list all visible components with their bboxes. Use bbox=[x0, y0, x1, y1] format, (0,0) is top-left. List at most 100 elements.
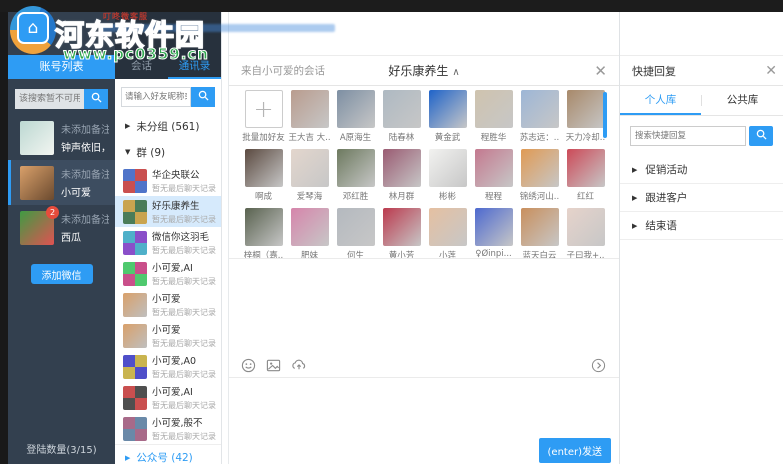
member-tile[interactable]: 彬彬 bbox=[425, 149, 470, 202]
emoji-icon[interactable] bbox=[241, 358, 257, 374]
member-name: 彬彬 bbox=[438, 192, 456, 202]
member-tile[interactable]: 肥妹 bbox=[287, 208, 332, 258]
member-name: 何生 bbox=[346, 251, 364, 258]
quick-reply-header: 快捷回复 ✕ bbox=[620, 55, 783, 86]
member-avatar bbox=[474, 208, 513, 246]
member-row: 啊成 爱琴海 邓红胜 林月群 彬彬 程程 锦绣河山.. 红红 bbox=[241, 149, 619, 202]
tab-contacts[interactable]: 通讯录 bbox=[168, 55, 221, 79]
member-avatar bbox=[336, 208, 375, 246]
member-tile[interactable]: 何生 bbox=[333, 208, 378, 258]
member-tile[interactable]: 王大吉 大.. bbox=[287, 90, 332, 143]
chat-source-label: 来自小可爱的会话 bbox=[241, 65, 325, 77]
group-item[interactable]: 小可爱 暂无最后聊天记录 bbox=[115, 289, 221, 320]
contacts-panel: 会话 通讯录 ▶ 未分组 (561) ▼ 群 (9) bbox=[115, 12, 222, 464]
group-avatar bbox=[123, 230, 147, 255]
tab-sessions[interactable]: 会话 bbox=[115, 55, 168, 79]
member-tile[interactable]: 爱琴海 bbox=[287, 149, 332, 202]
section-public-accounts[interactable]: ▶ 公众号 (42) bbox=[115, 444, 221, 464]
account-item[interactable]: 未添加备注钟声依旧，起 bbox=[8, 115, 115, 160]
close-icon[interactable]: ✕ bbox=[765, 63, 777, 79]
section-groups[interactable]: ▼ 群 (9) bbox=[115, 139, 221, 165]
member-tile[interactable]: 黄金武 bbox=[425, 90, 470, 143]
message-input-area[interactable] bbox=[229, 378, 619, 436]
member-tile[interactable]: ♀Øinpi... bbox=[471, 208, 516, 258]
image-icon[interactable] bbox=[266, 358, 282, 374]
quick-reply-category[interactable]: ▶ 结束语 bbox=[620, 212, 783, 240]
section-ungrouped[interactable]: ▶ 未分组 (561) bbox=[115, 113, 221, 139]
ungrouped-label: 未分组 (561) bbox=[136, 120, 200, 133]
group-item[interactable]: 小可爱,AI 暂无最后聊天记录 bbox=[115, 258, 221, 289]
member-name: 小莲 bbox=[438, 251, 456, 258]
account-item[interactable]: 2 未添加备注 西瓜 bbox=[8, 205, 115, 250]
group-item[interactable]: 小可爱,般不 暂无最后聊天记录 bbox=[115, 413, 221, 444]
member-tile[interactable]: 蓝天白云 bbox=[517, 208, 562, 258]
quick-reply-category[interactable]: ▶ 跟进客户 bbox=[620, 184, 783, 212]
quick-reply-tabs: 个人库 公共库 bbox=[620, 86, 783, 116]
member-tile[interactable]: 啊成 bbox=[241, 149, 286, 202]
app-window: 账号列表 未添加备注钟声依旧，起未添加备注小可爱2未添加备注西瓜 添加微信 登陆… bbox=[0, 0, 783, 464]
quick-reply-panel: 快捷回复 ✕ 个人库 公共库 ▶ 促销活动 ▶ 跟进客户 ▶ 结束语 bbox=[619, 12, 783, 464]
member-tile[interactable]: A原海生 bbox=[333, 90, 378, 143]
member-tile[interactable]: 邓红胜 bbox=[333, 149, 378, 202]
member-tile[interactable]: 小莲 bbox=[425, 208, 470, 258]
tab-personal-library[interactable]: 个人库 bbox=[620, 86, 701, 115]
member-tile[interactable]: 黄小芳 bbox=[379, 208, 424, 258]
member-tile[interactable]: 红红 bbox=[563, 149, 608, 202]
member-tile[interactable]: 梓桐（嘉.. bbox=[241, 208, 286, 258]
member-name: 子曰我+.. bbox=[566, 251, 605, 258]
tab-public-library[interactable]: 公共库 bbox=[702, 86, 783, 115]
member-tile[interactable]: 天力冷却.. bbox=[563, 90, 608, 143]
member-avatar bbox=[566, 208, 605, 246]
account-note: 未添加备注 bbox=[61, 125, 109, 136]
group-name: 好乐康养生 bbox=[388, 64, 449, 78]
add-friend-tile[interactable]: + 批量加好友 bbox=[241, 90, 286, 143]
member-name: 陆春林 bbox=[388, 133, 415, 143]
group-item[interactable]: 好乐康养生 暂无最后聊天记录 bbox=[115, 196, 221, 227]
group-item[interactable]: 小可爱 暂无最后聊天记录 bbox=[115, 320, 221, 351]
group-avatar bbox=[123, 199, 147, 224]
search-icon bbox=[91, 92, 102, 107]
member-tile[interactable]: 子曰我+.. bbox=[563, 208, 608, 258]
account-avatar bbox=[20, 120, 54, 155]
account-search-input[interactable] bbox=[15, 89, 84, 109]
member-tile[interactable]: 锦绣河山.. bbox=[517, 149, 562, 202]
member-tile[interactable]: 苏志远：.. bbox=[517, 90, 562, 143]
member-tile[interactable]: 陆春林 bbox=[379, 90, 424, 143]
quick-reply-category-list: ▶ 促销活动 ▶ 跟进客户 ▶ 结束语 bbox=[620, 156, 783, 240]
expanded-triangle-icon: ▼ bbox=[125, 148, 131, 156]
account-name: 钟声依旧，起 bbox=[61, 143, 109, 154]
account-avatar bbox=[20, 165, 54, 200]
send-row: (enter)发送 bbox=[229, 436, 619, 464]
window-titlebar bbox=[0, 0, 783, 12]
member-avatar bbox=[566, 149, 605, 187]
cloud-upload-icon[interactable] bbox=[291, 358, 307, 374]
collapse-caret-icon[interactable]: ∧ bbox=[452, 67, 459, 78]
more-actions-icon[interactable] bbox=[591, 358, 607, 374]
member-tile[interactable]: 程胜华 bbox=[471, 90, 516, 143]
contacts-search-input[interactable] bbox=[121, 87, 191, 107]
member-tile[interactable]: 林月群 bbox=[379, 149, 424, 202]
group-text: 小可爱,AI 暂无最后聊天记录 bbox=[152, 260, 216, 287]
group-item[interactable]: 微信你这羽毛 暂无最后聊天记录 bbox=[115, 227, 221, 258]
group-avatar bbox=[123, 168, 147, 193]
member-name: 程胜华 bbox=[480, 133, 507, 143]
group-item[interactable]: 小可爱,AI 暂无最后聊天记录 bbox=[115, 382, 221, 413]
add-wechat-button[interactable]: 添加微信 bbox=[30, 264, 93, 284]
send-button[interactable]: (enter)发送 bbox=[538, 437, 611, 463]
search-icon bbox=[198, 90, 209, 105]
account-search-button[interactable] bbox=[84, 89, 108, 109]
contacts-search-button[interactable] bbox=[191, 87, 215, 107]
group-text: 小可爱,A0 暂无最后聊天记录 bbox=[152, 353, 216, 380]
quick-reply-search-button[interactable] bbox=[749, 126, 773, 146]
group-subtitle: 暂无最后聊天记录 bbox=[152, 277, 216, 286]
member-tile[interactable]: 程程 bbox=[471, 149, 516, 202]
quick-reply-search-input[interactable] bbox=[630, 126, 746, 146]
group-item[interactable]: 小可爱,A0 暂无最后聊天记录 bbox=[115, 351, 221, 382]
quick-reply-category[interactable]: ▶ 促销活动 bbox=[620, 156, 783, 184]
grid-scrollbar-thumb[interactable] bbox=[603, 92, 607, 138]
group-item[interactable]: 华企央联公 暂无最后聊天记录 bbox=[115, 165, 221, 196]
close-icon[interactable]: ✕ bbox=[594, 62, 607, 80]
account-item[interactable]: 未添加备注 小可爱 bbox=[8, 160, 115, 205]
group-avatar bbox=[123, 354, 147, 379]
group-name: 小可爱 bbox=[152, 294, 181, 305]
